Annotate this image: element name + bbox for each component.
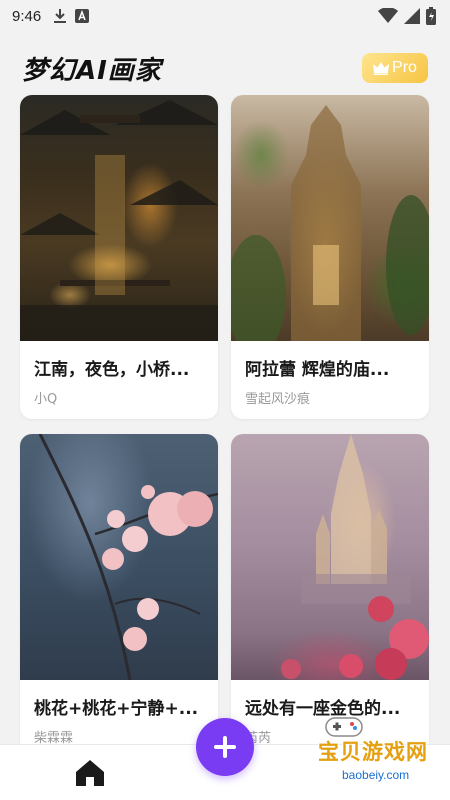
status-bar: 9:46 xyxy=(0,0,450,32)
wifi-icon xyxy=(378,8,398,23)
site-watermark: 宝贝游戏网 baobeiy.com xyxy=(268,712,450,800)
artwork-image[interactable] xyxy=(231,95,429,341)
battery-icon xyxy=(426,7,436,25)
artwork-card[interactable]: 阿拉蕾 辉煌的庙... 雪起风沙痕 xyxy=(231,95,429,419)
app-header: 梦幻AI画家 Pro xyxy=(0,44,450,92)
plus-icon xyxy=(214,736,236,758)
home-tab[interactable] xyxy=(73,757,107,789)
home-icon xyxy=(76,760,104,786)
create-artwork-button[interactable] xyxy=(196,718,254,776)
system-icons xyxy=(378,7,436,25)
artwork-image[interactable] xyxy=(20,434,218,680)
artwork-image[interactable] xyxy=(231,434,429,680)
app-title: 梦幻AI画家 xyxy=(22,55,162,86)
watermark-url: baobeiy.com xyxy=(338,768,414,782)
watermark-text: 宝贝游戏网 xyxy=(318,740,428,764)
artwork-author: 柴霖霖 xyxy=(34,731,74,746)
artwork-image[interactable] xyxy=(20,95,218,341)
pro-button[interactable]: Pro xyxy=(362,53,428,83)
notification-icons xyxy=(53,8,90,24)
app-notification-icon xyxy=(75,9,90,23)
artwork-author: 雪起风沙痕 xyxy=(245,392,311,407)
artwork-title: 桃花+桃花+宁静+... xyxy=(34,699,199,719)
artwork-card[interactable]: 江南，夜色，小桥... 小Q xyxy=(20,95,218,419)
status-time: 9:46 xyxy=(12,7,42,25)
artwork-title: 江南，夜色，小桥... xyxy=(34,360,190,380)
artwork-card[interactable]: 桃花+桃花+宁静+... 柴霖霖 xyxy=(20,434,218,774)
pro-label: Pro xyxy=(392,59,417,76)
artwork-title: 阿拉蕾 辉煌的庙... xyxy=(245,360,390,380)
signal-icon xyxy=(404,8,420,24)
artwork-author: 小Q xyxy=(34,392,58,407)
crown-icon xyxy=(373,61,390,75)
download-icon xyxy=(54,9,67,23)
